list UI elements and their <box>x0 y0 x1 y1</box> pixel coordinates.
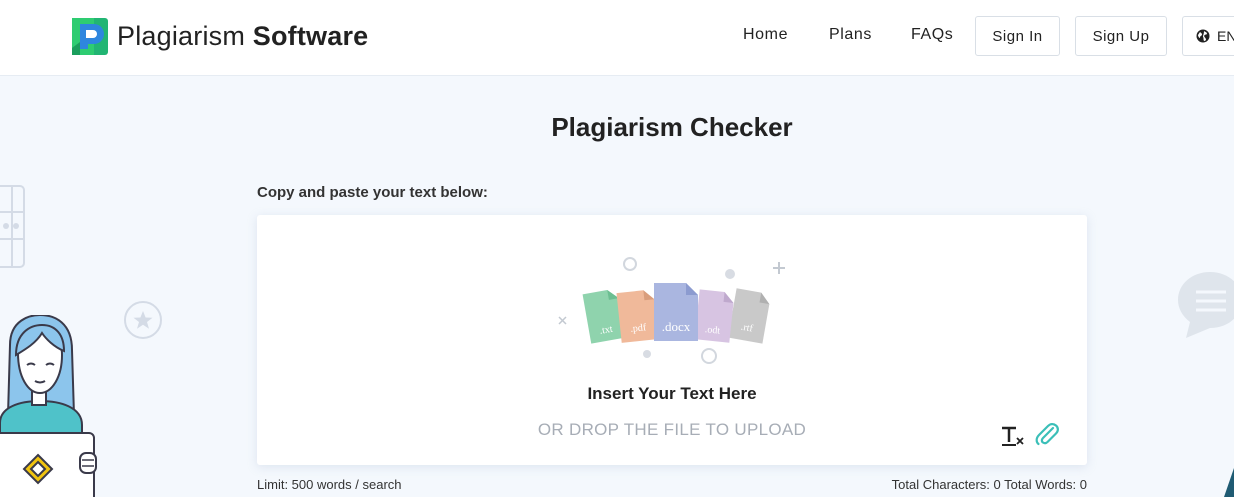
chat-bubble-icon <box>1178 272 1234 338</box>
logo-text-bold: Software <box>252 21 369 51</box>
logo-icon <box>72 18 108 55</box>
language-selector[interactable]: EN <box>1182 16 1234 56</box>
instruction-label: Copy and paste your text below: <box>257 184 488 201</box>
text-input-area[interactable]: .txt .pdf .rtf .odt .docx Insert Your Te… <box>257 215 1087 465</box>
clear-format-icon[interactable] <box>1000 424 1026 448</box>
file-types-illustration: .txt .pdf .rtf .odt .docx <box>558 257 785 364</box>
star-icon <box>124 301 162 339</box>
logo-text: Plagiarism Software <box>117 21 368 52</box>
page-title: Plagiarism Checker <box>551 112 793 142</box>
attach-file-icon[interactable] <box>1034 421 1060 447</box>
sign-in-button[interactable]: Sign In <box>975 16 1060 56</box>
file-odt-label: .odt <box>704 324 721 337</box>
ui-panel-decoration <box>0 185 25 268</box>
globe-icon <box>1196 29 1210 43</box>
nav-faqs[interactable]: FAQs <box>911 26 953 44</box>
nav-home[interactable]: Home <box>743 26 788 44</box>
character-word-count: Total Characters: 0 Total Words: 0 <box>891 477 1087 492</box>
nav-plans[interactable]: Plans <box>829 26 872 44</box>
file-pdf-label: .pdf <box>630 322 648 335</box>
file-txt-label: .txt <box>599 324 614 337</box>
insert-text-label: Insert Your Text Here <box>587 384 757 403</box>
person-illustration <box>0 315 97 497</box>
logo-text-light: Plagiarism <box>117 21 246 51</box>
sign-up-button[interactable]: Sign Up <box>1075 16 1167 56</box>
site-header: Plagiarism Software Home Plans FAQs Sign… <box>0 0 1234 76</box>
word-limit-label: Limit: 500 words / search <box>257 477 402 492</box>
corner-decoration <box>1224 468 1234 497</box>
logo[interactable]: Plagiarism Software <box>72 18 368 55</box>
drop-file-label: OR DROP THE FILE TO UPLOAD <box>537 420 807 439</box>
language-label: EN <box>1217 28 1234 44</box>
file-docx-label: .docx <box>662 319 691 334</box>
